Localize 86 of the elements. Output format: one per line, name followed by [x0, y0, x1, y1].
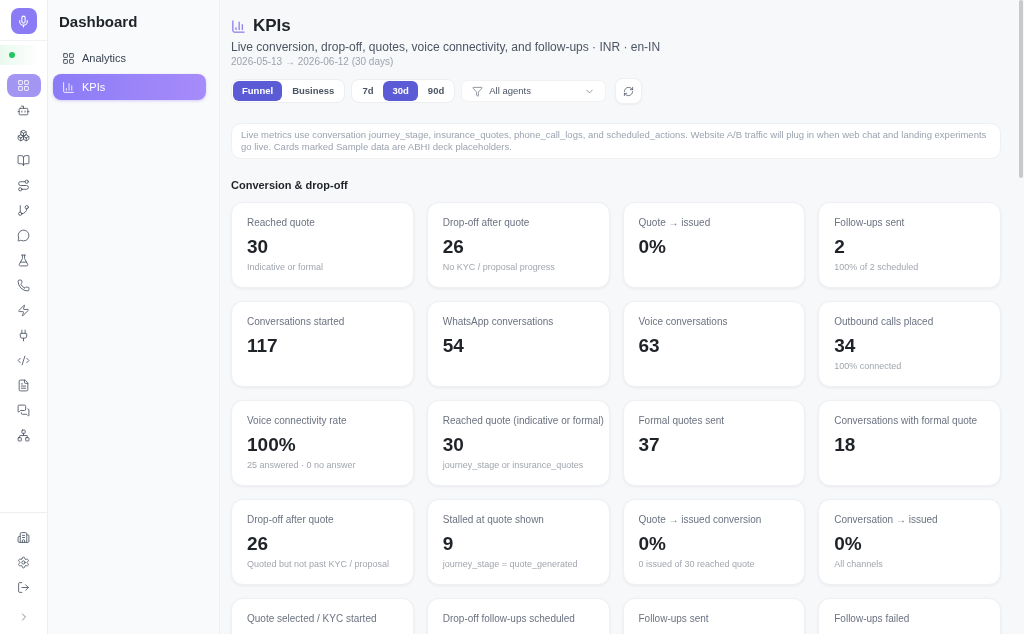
- info-note: Live metrics use conversation journey_stage, insurance_quotes, phone_call_logs, and scheduled_actions. Website A/B traffic will plug in when web chat and landing experiments go live. Cards marked Sample data are ABHI deck placeholders.: [231, 123, 1001, 159]
- flask-icon: [17, 254, 30, 267]
- kpi-label: Drop-off after quote: [247, 513, 335, 527]
- bar-chart-icon: [231, 18, 246, 34]
- kpi-value: 0%: [638, 235, 667, 259]
- kpi-label: Drop-off follow-ups scheduled: [442, 612, 576, 626]
- kpi-label: Quote selected / KYC started: [247, 612, 378, 626]
- kpi-label: Quote → issued: [638, 216, 712, 230]
- date-range: 2026-05-13 → 2026-06-12 (30 days): [231, 55, 395, 69]
- network-icon: [17, 429, 30, 442]
- kpi-label: Stalled at quote shown: [442, 513, 545, 527]
- route-icon: [17, 179, 30, 192]
- kpi-value: 18: [834, 433, 857, 457]
- refresh-icon: [623, 85, 635, 97]
- segment-tab[interactable]: 90d: [418, 81, 454, 101]
- lightning-icon: [17, 304, 30, 317]
- sidebar-item[interactable]: Analytics: [53, 45, 206, 71]
- cubes-icon: [17, 129, 30, 142]
- phone-icon: [17, 279, 30, 292]
- kpi-note: Indicative or formal: [247, 261, 325, 273]
- kpi-label: Voice conversations: [638, 315, 729, 329]
- kpi-note: No KYC / proposal progress: [442, 261, 556, 273]
- kpi-value: 0%: [638, 532, 667, 556]
- kpi-label: Follow-ups sent: [638, 612, 710, 626]
- kpi-value: 26: [247, 532, 270, 556]
- kpi-label: Reached quote: [247, 216, 316, 230]
- logout-icon: [17, 581, 30, 594]
- microphone-logo-icon[interactable]: [10, 8, 37, 34]
- kpi-label: WhatsApp conversations: [442, 315, 555, 329]
- kpi-value: 9: [442, 532, 455, 556]
- kpi-label: Follow-ups failed: [834, 612, 911, 626]
- kpi-note: Quoted but not past KYC / proposal: [247, 558, 391, 570]
- kpi-label: Conversation → issued: [834, 513, 939, 527]
- settings-icon: [17, 556, 30, 569]
- segment-tab[interactable]: Funnel: [233, 81, 283, 101]
- bar-chart-icon: [62, 80, 75, 94]
- grid-icon: [17, 79, 30, 92]
- sidebar-title: Dashboard: [58, 13, 139, 31]
- kpi-label: Formal quotes sent: [638, 414, 726, 428]
- kpi-label: Conversations with formal quote: [834, 414, 979, 428]
- robot-icon: [17, 104, 30, 117]
- chat-bubble-icon: [17, 229, 30, 242]
- kpi-value: 30: [442, 433, 465, 457]
- kpi-value: 26: [442, 235, 465, 259]
- kpi-label: Drop-off after quote: [442, 216, 531, 230]
- kpi-label: Voice connectivity rate: [247, 414, 348, 428]
- page-subtitle: Live conversion, drop-off, quotes, voice connectivity, and follow-ups · INR · en-IN: [231, 39, 662, 55]
- kpi-value: 63: [638, 334, 661, 358]
- segment-tab[interactable]: 30d: [383, 81, 418, 101]
- grid-icon: [62, 51, 75, 65]
- messages-icon: [17, 404, 30, 417]
- kpi-note: 100% connected: [834, 360, 903, 372]
- kpi-label: Outbound calls placed: [834, 315, 935, 329]
- kpi-value: 54: [442, 334, 465, 358]
- section-heading: Conversion & drop-off: [231, 178, 349, 193]
- kpi-value: 30: [247, 235, 270, 259]
- refresh-button[interactable]: [615, 78, 643, 104]
- branch-icon: [17, 204, 30, 217]
- plug-icon: [17, 329, 30, 342]
- code-icon: [17, 354, 30, 367]
- building-icon: [17, 531, 30, 544]
- scrollbar-thumb[interactable]: [1019, 0, 1023, 178]
- page-title: KPIs: [253, 15, 291, 37]
- kpi-label: Reached quote (indicative or formal): [442, 414, 605, 428]
- kpi-label: Conversations started: [247, 315, 346, 329]
- document-icon: [17, 379, 30, 392]
- kpi-note: journey_stage or insurance_quotes: [442, 459, 585, 471]
- kpi-note: journey_stage = quote_generated: [442, 558, 579, 570]
- segment-tab[interactable]: 7d: [353, 81, 383, 101]
- kpi-value: 100%: [247, 433, 297, 457]
- agent-filter-select[interactable]: All agents: [461, 80, 607, 102]
- kpi-value: 34: [834, 334, 857, 358]
- kpi-label: Quote → issued conversion: [638, 513, 763, 527]
- kpi-note: 25 answered · 0 no answer: [247, 459, 357, 471]
- book-icon: [17, 154, 30, 167]
- kpi-value: 2: [834, 235, 846, 259]
- kpi-value: 37: [638, 433, 661, 457]
- segment-tab[interactable]: Business: [283, 81, 344, 101]
- kpi-value: 0%: [834, 532, 863, 556]
- kpi-note: 0 issued of 30 reached quote: [638, 558, 756, 570]
- kpi-label: Follow-ups sent: [834, 216, 906, 230]
- kpi-value: 117: [247, 334, 279, 358]
- rail-nav-button[interactable]: [6, 74, 41, 97]
- kpi-note: 100% of 2 scheduled: [834, 261, 920, 273]
- filter-icon: [472, 85, 484, 97]
- kpi-note: All channels: [834, 558, 884, 570]
